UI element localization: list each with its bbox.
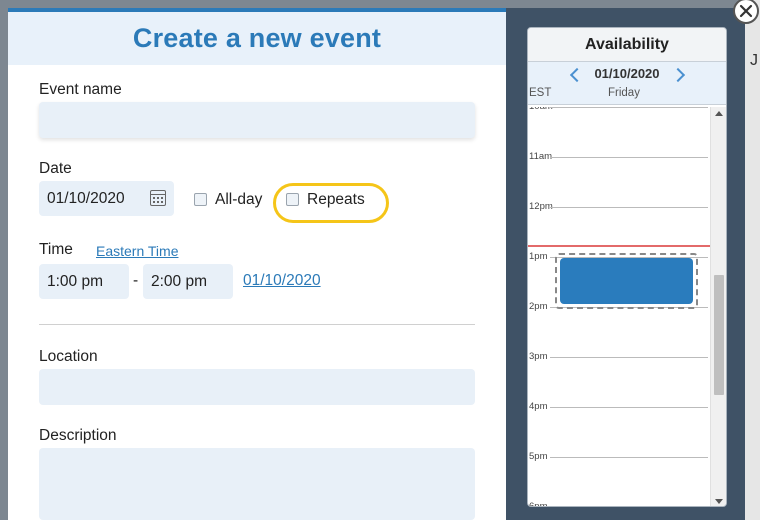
repeats-highlight-annotation <box>273 183 389 223</box>
hour-label: 5pm <box>529 451 548 462</box>
availability-header: Availability <box>528 28 726 62</box>
close-icon <box>739 4 753 18</box>
background-text: J <box>750 52 758 69</box>
end-time-input[interactable]: 2:00 pm <box>143 264 233 299</box>
all-day-label[interactable]: All-day <box>215 191 262 209</box>
availability-title: Availability <box>585 35 669 53</box>
current-time-line <box>528 245 710 247</box>
day-label: Friday <box>608 87 640 99</box>
hour-row: 3pm <box>528 351 710 362</box>
hour-label: 2pm <box>529 301 548 312</box>
form-divider <box>39 324 475 325</box>
hour-row: 12pm <box>528 201 710 212</box>
event-name-input[interactable] <box>39 102 475 138</box>
hour-row: 5pm <box>528 451 710 462</box>
scroll-up-icon[interactable] <box>715 111 723 116</box>
modal-header: Create a new event <box>8 12 506 65</box>
hour-row: 4pm <box>528 401 710 412</box>
modal-title: Create a new event <box>132 23 382 53</box>
hour-label: 6pm <box>529 501 548 507</box>
timezone-link[interactable]: Eastern Time <box>96 243 178 259</box>
hour-row: 11am <box>528 151 710 162</box>
all-day-checkbox[interactable] <box>194 193 207 206</box>
hour-row: 10am <box>528 107 710 112</box>
date-label: Date <box>39 160 72 177</box>
availability-date: 01/10/2020 <box>594 66 660 81</box>
availability-panel: Availability 01/10/2020 EST Friday 10am … <box>527 27 727 507</box>
calendar-icon[interactable] <box>150 190 166 206</box>
time-separator: - <box>133 272 139 289</box>
location-label: Location <box>39 348 98 365</box>
description-label: Description <box>39 427 117 444</box>
hour-label: 4pm <box>529 401 548 412</box>
event-name-label: Event name <box>39 81 122 98</box>
date-value: 01/10/2020 <box>47 189 125 207</box>
start-time-value: 1:00 pm <box>47 272 104 290</box>
date-input[interactable]: 01/10/2020 <box>39 181 174 216</box>
background-page <box>745 0 760 520</box>
end-time-value: 2:00 pm <box>151 272 208 290</box>
end-date-link[interactable]: 01/10/2020 <box>243 272 321 290</box>
time-label: Time <box>39 241 73 258</box>
description-textarea[interactable] <box>39 448 475 520</box>
availability-timeline[interactable]: 10am 11am 12pm 1pm 2pm 3pm 4pm 5pm 6pm <box>528 107 710 507</box>
scroll-down-icon[interactable] <box>715 499 723 504</box>
new-event-block[interactable] <box>555 253 698 309</box>
timeline-scrollbar[interactable] <box>710 107 726 506</box>
start-time-input[interactable]: 1:00 pm <box>39 264 129 299</box>
scroll-thumb[interactable] <box>714 275 724 395</box>
availability-date-bar: 01/10/2020 EST Friday <box>528 62 726 105</box>
hour-label: 11am <box>529 151 553 162</box>
create-event-modal: Create a new event Event name Date 01/10… <box>8 8 745 520</box>
hour-label: 1pm <box>529 251 548 262</box>
event-form-panel: Create a new event Event name Date 01/10… <box>8 8 506 520</box>
event-block-fill <box>560 258 693 304</box>
timezone-label: EST <box>529 87 552 99</box>
location-input[interactable] <box>39 369 475 405</box>
hour-label: 3pm <box>529 351 548 362</box>
